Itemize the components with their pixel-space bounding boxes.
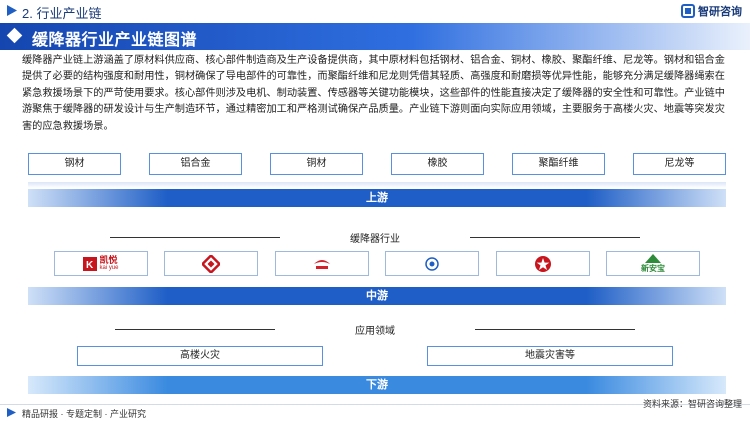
application-item: 高楼火灾 [77, 346, 323, 366]
red-star-logo-icon [534, 255, 551, 272]
material-item: 铝合金 [149, 153, 242, 175]
application-item: 地震灾害等 [427, 346, 673, 366]
divider-line [470, 237, 640, 238]
kaiyue-logo-icon: K [83, 256, 98, 271]
source-note: 资料来源：智研咨询整理 [642, 399, 742, 409]
company-logo-box [274, 251, 369, 276]
material-item: 尼龙等 [633, 153, 726, 175]
title-band: 缓降器行业产业链图谱 [0, 23, 750, 50]
brand-logo-icon [681, 4, 695, 18]
green-roof-logo-icon [644, 253, 661, 263]
material-underline [28, 182, 726, 188]
red-diamond-logo-icon [202, 254, 221, 273]
xinanbao-logo-text: 新安宝 [640, 263, 665, 273]
divider-line [115, 329, 275, 330]
company-logo-box: K 凯悦 kai yue [54, 251, 148, 276]
material-item: 橡胶 [391, 153, 484, 175]
blue-circle-logo-icon [425, 256, 439, 271]
company-logo-box [385, 251, 480, 276]
xinanbao-logo: 新安宝 [640, 253, 665, 274]
company-logo-box: 新安宝 [605, 251, 700, 276]
section-title: 2. 行业产业链 [22, 6, 102, 21]
footer: 精品研报 · 专题定制 · 产业研究 资料来源：智研咨询整理 [0, 399, 750, 421]
divider-line [110, 237, 280, 238]
divider-line [475, 329, 635, 330]
description-text: 缓降器产业链上游涵盖了原材料供应商、核心部件制造商及生产设备提供商，其中原材料包… [22, 55, 725, 132]
top-bar: 2. 行业产业链 智研咨询 [0, 0, 750, 22]
kaiyue-logo-subtext: kai yue [99, 264, 119, 271]
material-item: 钢材 [28, 153, 121, 175]
brand-name: 智研咨询 [698, 6, 742, 18]
footer-marker-icon [7, 408, 16, 417]
brand: 智研咨询 [681, 3, 742, 19]
page-title: 缓降器行业产业链图谱 [32, 32, 198, 49]
upstream-materials: 钢材 铝合金 铜材 橡胶 聚酯纤维 尼龙等 [28, 153, 726, 175]
company-logos: K 凯悦 kai yue 新安宝 [54, 251, 700, 276]
section-marker-icon [7, 5, 17, 16]
upstream-band: 上游 [28, 189, 726, 207]
downstream-band: 下游 [28, 376, 726, 394]
footer-tagline: 精品研报 · 专题定制 · 产业研究 [22, 409, 146, 419]
industry-heading: 缓降器行业 [350, 234, 400, 245]
material-item: 聚酯纤维 [512, 153, 605, 175]
midstream-band: 中游 [28, 287, 726, 305]
kaiyue-logo: K 凯悦 kai yue [83, 254, 119, 272]
diamond-icon [6, 27, 23, 44]
svg-text:K: K [86, 260, 94, 271]
red-wing-logo-icon [313, 259, 330, 269]
application-heading: 应用领域 [355, 326, 395, 337]
material-item: 铜材 [270, 153, 363, 175]
company-logo-box [495, 251, 590, 276]
kaiyue-logo-text: 凯悦 [99, 254, 118, 265]
company-logo-box [164, 251, 259, 276]
